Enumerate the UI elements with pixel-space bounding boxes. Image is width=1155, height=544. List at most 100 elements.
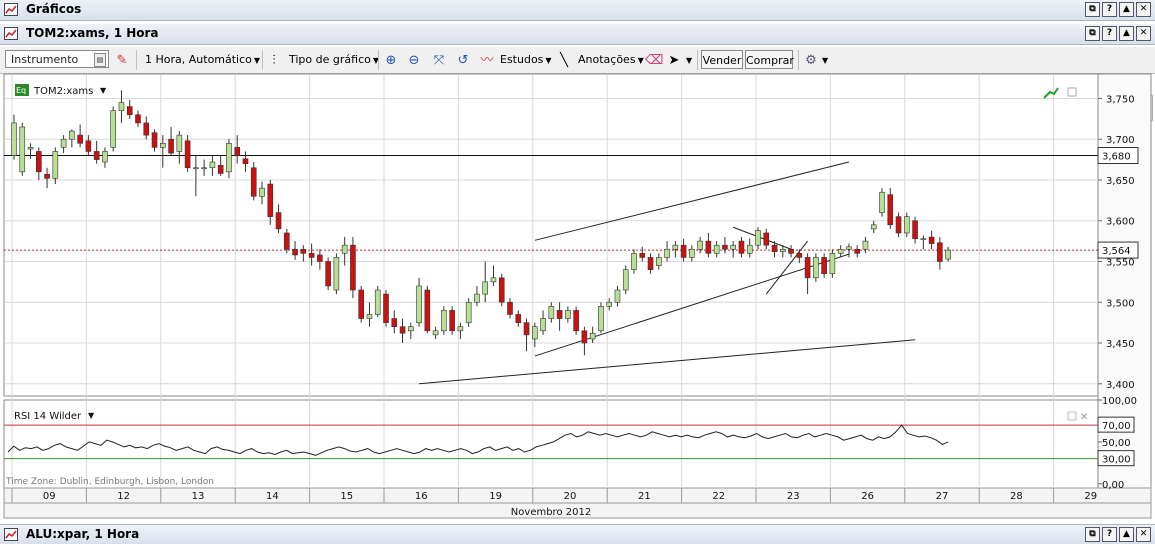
candle-body (722, 244, 728, 250)
bottom-window-title: ALU:xpar, 1 Hora (26, 527, 140, 541)
price-tick-label: 3,650 (1106, 176, 1135, 187)
candle-body (589, 332, 596, 340)
candle-body (912, 220, 918, 239)
candle-body (242, 158, 249, 164)
candle-body (664, 248, 670, 258)
candle-body (862, 240, 869, 250)
current-price-label: 3,564 (1102, 246, 1131, 257)
day-tick-label: 26 (861, 491, 874, 502)
price-tick-label: 3,450 (1106, 339, 1135, 350)
month-label: Novembro 2012 (511, 507, 591, 518)
candle-body (399, 326, 406, 334)
candle-body (432, 330, 439, 336)
bottom-collapse-button[interactable]: ▲ (1119, 527, 1134, 542)
candle-body (474, 293, 480, 303)
price-tick-label: 3,500 (1106, 298, 1135, 309)
candle-body (581, 330, 588, 344)
candle-body (292, 248, 298, 256)
candle-body (110, 110, 116, 148)
day-tick-label: 15 (340, 491, 353, 502)
candle-body (234, 147, 240, 156)
candle-body (788, 248, 794, 254)
candle-body (556, 310, 563, 319)
bottom-detach-button[interactable]: ⧉ (1085, 527, 1100, 542)
instrument-menu-icon[interactable]: ▼ (100, 86, 107, 95)
candle-body (548, 306, 555, 319)
candle-body (680, 244, 687, 258)
candle-body (738, 240, 745, 254)
candle-body (60, 138, 67, 148)
candle-body (945, 249, 951, 260)
candle-body (507, 301, 513, 315)
candle-body (176, 134, 183, 152)
bottom-window-title-bar: ALU:xpar, 1 Hora ⧉ ? ▲ ✕ (0, 524, 1155, 544)
day-tick-label: 13 (192, 491, 205, 502)
candle-body (11, 122, 17, 156)
candle-body (383, 293, 389, 323)
candle-body (209, 161, 216, 169)
candle-body (275, 212, 282, 230)
candle-body (689, 248, 695, 258)
candle-body (920, 238, 927, 240)
candle-body (259, 187, 265, 197)
price-chart: 09 12 13 14 15 16 19 20 21 22 23 26 27 28 29 Novembro 2… (3, 73, 1152, 519)
candle-body (713, 244, 720, 254)
candle-body (813, 257, 819, 279)
price-tick-label: 3,550 (1106, 257, 1135, 268)
rsi-maximize-icon[interactable] (1067, 411, 1077, 421)
candle-body (804, 257, 811, 279)
candle-body (515, 314, 522, 323)
price-tick-label: 3,700 (1106, 135, 1135, 146)
candle-body (267, 183, 274, 217)
candle-body (52, 151, 59, 179)
candle-body (85, 140, 92, 152)
day-tick-label: 12 (117, 491, 130, 502)
candle-body (184, 140, 191, 169)
candle-body (887, 194, 894, 226)
candle-body (160, 142, 166, 148)
rsi-tick-label: 70,00 (1102, 421, 1131, 432)
candle-body (441, 310, 447, 332)
candle-body (143, 122, 150, 136)
candle-body (498, 277, 505, 303)
rsi-close-icon[interactable]: ✕ (1080, 412, 1088, 423)
candle-body (895, 216, 902, 234)
candle-body (639, 253, 646, 258)
candle-body (19, 126, 26, 173)
candle-body (126, 106, 133, 116)
candle-body (151, 132, 158, 148)
bottom-help-button[interactable]: ? (1102, 527, 1117, 542)
day-tick-label: 27 (936, 491, 949, 502)
candle-body (44, 173, 50, 179)
candle-body (490, 277, 497, 283)
candle-body (358, 289, 365, 319)
candle-body (598, 306, 604, 332)
candle-body (333, 257, 340, 291)
candle-body (870, 224, 877, 230)
rsi-tick-label: 30,00 (1102, 455, 1131, 466)
panel-maximize-icon[interactable] (1067, 87, 1077, 97)
time-zone-label: Time Zone: Dublin, Edinburgh, Lisbon, Lo… (5, 477, 214, 487)
candle-body (746, 244, 753, 254)
candle-body (168, 138, 174, 154)
candle-body (672, 244, 679, 250)
rsi-tick-label: 100,00 (1102, 396, 1137, 407)
candle-body (317, 254, 323, 262)
rsi-menu-icon[interactable]: ▼ (88, 411, 95, 420)
day-tick-label: 21 (638, 491, 651, 502)
candle-body (102, 151, 108, 163)
candle-body (366, 314, 373, 319)
candle-body (308, 253, 315, 258)
candle-body (135, 114, 141, 124)
candle-body (846, 246, 852, 250)
price-tick-label: 3,400 (1106, 380, 1135, 391)
bottom-close-button[interactable]: ✕ (1136, 527, 1151, 542)
candle-body (614, 289, 621, 303)
candle-body (118, 102, 125, 111)
candle-body (531, 326, 538, 340)
price-tick-label: 3,600 (1106, 217, 1135, 228)
candle-body (325, 261, 331, 287)
candle-body (755, 230, 761, 246)
candle-body (829, 253, 836, 275)
candle-body (697, 240, 703, 250)
